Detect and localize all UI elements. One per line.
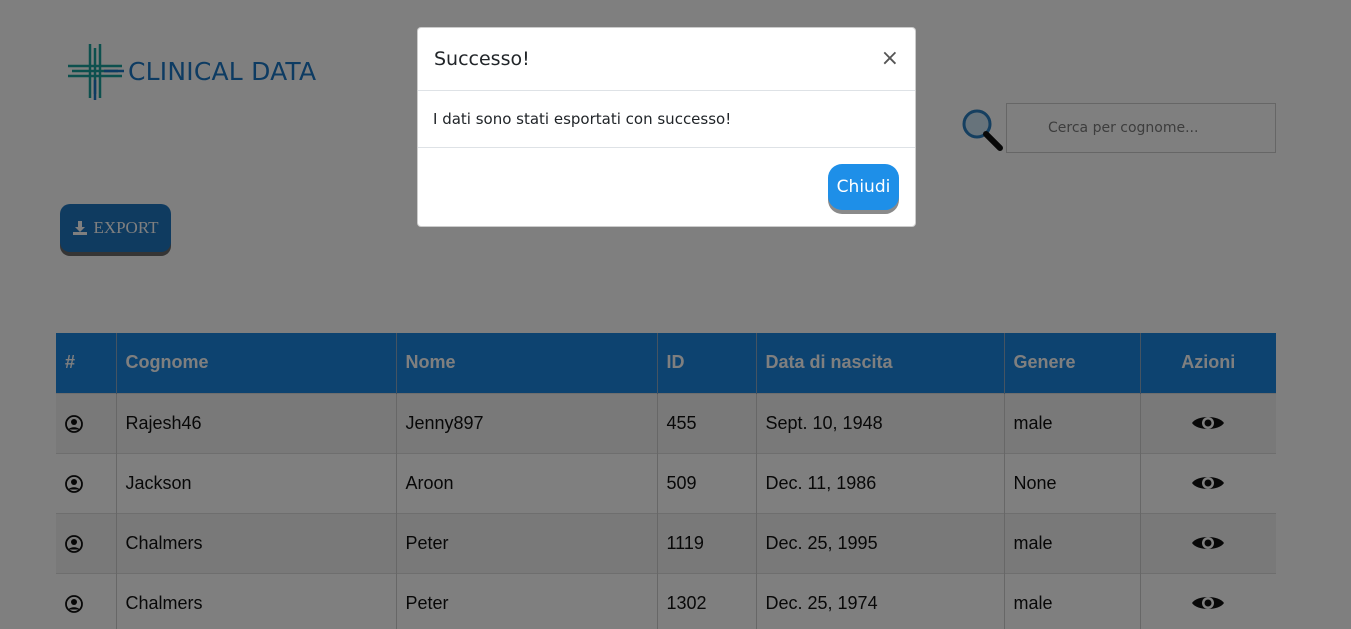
- modal-body: I dati sono stati esportati con successo…: [418, 91, 915, 148]
- modal-header: Successo! ×: [418, 28, 915, 91]
- success-modal: Successo! × I dati sono stati esportati …: [417, 27, 916, 227]
- modal-message: I dati sono stati esportati con successo…: [433, 110, 732, 128]
- close-icon[interactable]: ×: [881, 48, 899, 70]
- modal-title: Successo!: [434, 48, 530, 70]
- chiudi-button[interactable]: Chiudi: [828, 164, 899, 210]
- modal-footer: Chiudi: [418, 148, 915, 226]
